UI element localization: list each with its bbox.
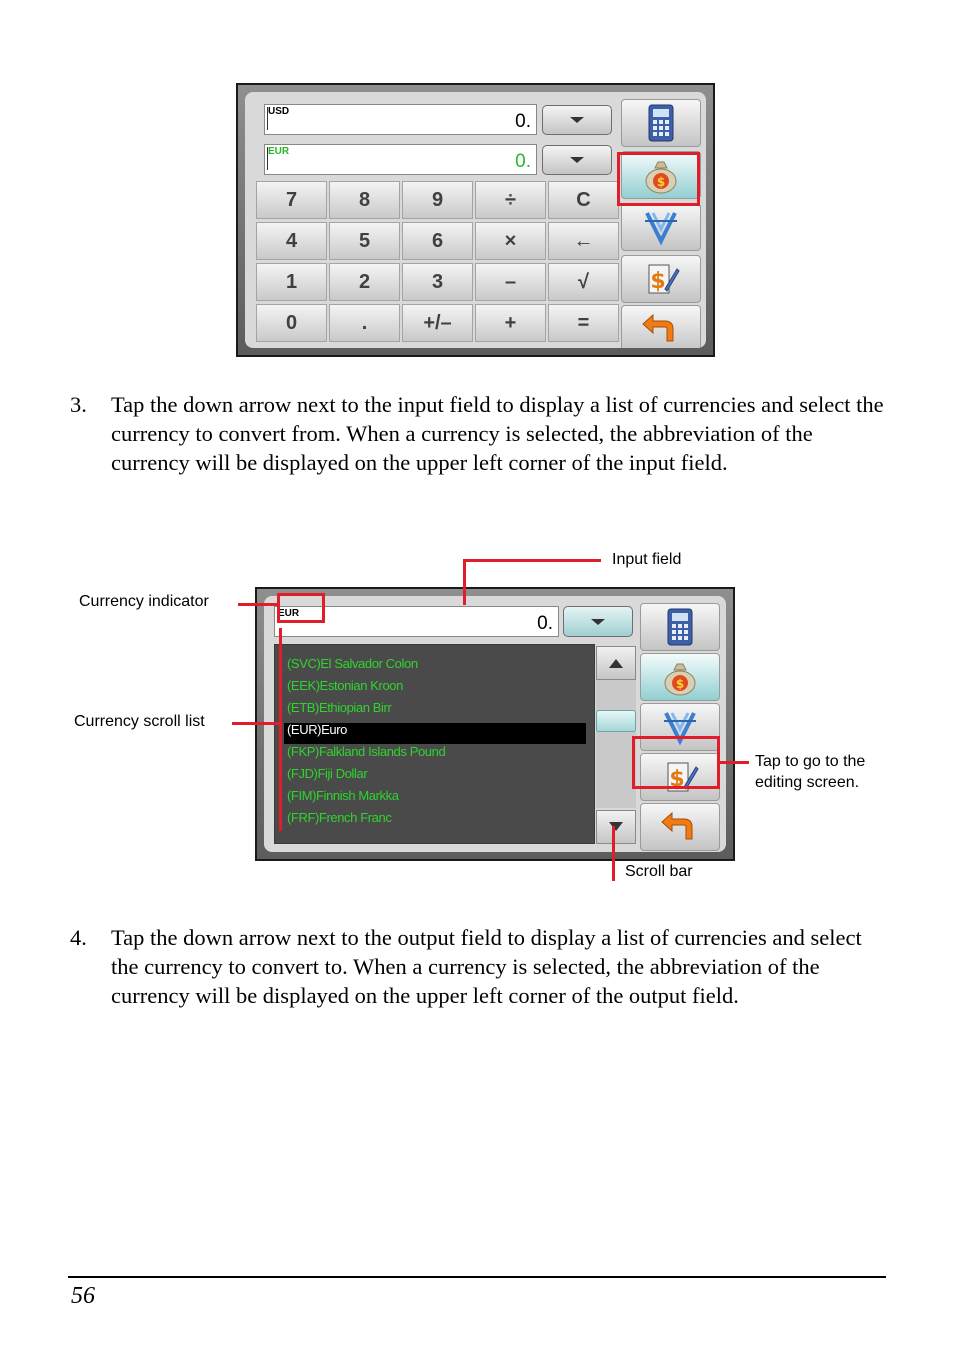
step-number: 3. [70,392,87,417]
output-field[interactable]: EUR 0. [264,144,537,175]
calculator-icon [648,104,674,142]
key-3[interactable]: 3 [402,263,473,301]
key-0[interactable]: 0 [256,304,327,342]
callout-line-scroll-bar [612,826,615,881]
key-decimal[interactable]: . [329,304,400,342]
currency-scroll-list[interactable]: (SVC)El Salvador Colon (EEK)Estonian Kro… [274,644,595,844]
edit-rates-icon: $ [648,264,680,294]
back-icon [642,313,674,342]
calculator-mode-button[interactable] [621,99,701,147]
callout-edit-line1: Tap to go to the [755,753,866,770]
convert-button[interactable] [621,203,701,251]
key-square-root[interactable]: √ [548,263,619,301]
input-currency-dropdown-button[interactable] [542,105,612,135]
converter-panel: USD 0. EUR 0. 7 8 9 ÷ C 4 5 6 × ← 1 2 3 … [245,92,706,348]
callout-line-currency-indicator [238,603,278,606]
footer-rule [68,1276,886,1278]
key-clear[interactable]: C [548,181,619,219]
output-currency-code: EUR [268,146,290,157]
callout-edit-line2: editing screen. [755,774,860,791]
step-text: Tap the down arrow next to the output fi… [111,925,862,1008]
callout-line-scroll-list [232,722,280,725]
back-icon [661,811,693,840]
scroll-thumb[interactable] [596,710,636,732]
currency-dropdown-button[interactable] [563,606,633,637]
output-currency-dropdown-button[interactable] [542,145,612,175]
currency-list-screenshot: EUR 0. (SVC)El Salvador Colon (EEK)Eston… [255,587,735,861]
currency-item[interactable]: (EEK)Estonian Kroon [287,678,403,693]
svg-text:$: $ [676,677,684,691]
callout-line-scroll-list [279,628,282,831]
input-value: 0. [515,111,531,132]
calculator-icon [667,608,693,646]
back-button[interactable] [640,803,720,851]
output-value: 0. [515,151,531,172]
currency-item-selected[interactable]: (EUR)Euro [287,722,347,737]
currency-item[interactable]: (FJD)Fiji Dollar [287,766,368,781]
currency-indicator-highlight [277,593,325,623]
key-8[interactable]: 8 [329,181,400,219]
key-2[interactable]: 2 [329,263,400,301]
key-equals[interactable]: = [548,304,619,342]
currency-mode-highlight [617,152,700,206]
callout-currency-indicator: Currency indicator [79,593,209,610]
svg-text:$: $ [650,269,665,294]
step-text: Tap the down arrow next to the input fie… [111,392,884,475]
currency-item[interactable]: (FRF)French Franc [287,810,392,825]
money-bag-icon: $ [664,663,696,696]
key-divide[interactable]: ÷ [475,181,546,219]
input-field[interactable]: USD 0. [264,104,537,135]
callout-line-edit [719,761,749,764]
key-7[interactable]: 7 [256,181,327,219]
currency-item[interactable]: (ETB)Ethiopian Birr [287,700,392,715]
key-4[interactable]: 4 [256,222,327,260]
converter-screenshot: USD 0. EUR 0. 7 8 9 ÷ C 4 5 6 × ← 1 2 3 … [236,83,715,357]
key-plus[interactable]: + [475,304,546,342]
callout-scroll-bar: Scroll bar [625,863,693,880]
edit-rates-button[interactable]: $ [621,255,701,303]
input-currency-code: USD [268,106,290,117]
callout-line-input-field [463,559,601,562]
currency-item[interactable]: (FKP)Falkland Islands Pound [287,744,446,759]
triangle-up-icon [609,659,623,668]
currency-item[interactable]: (SVC)El Salvador Colon [287,656,418,671]
key-plus-minus[interactable]: +/– [402,304,473,342]
callout-input-field: Input field [612,551,682,568]
callout-line-input-field [463,559,466,605]
chevron-down-icon [570,157,584,163]
edit-button-highlight [632,736,720,789]
page-number: 56 [71,1283,95,1309]
key-9[interactable]: 9 [402,181,473,219]
scroll-track[interactable] [596,680,636,808]
key-5[interactable]: 5 [329,222,400,260]
key-backspace[interactable]: ← [548,222,619,260]
key-1[interactable]: 1 [256,263,327,301]
chevron-down-icon [591,618,605,625]
key-6[interactable]: 6 [402,222,473,260]
back-button[interactable] [621,305,701,348]
chevron-down-icon [570,117,584,123]
currency-item[interactable]: (FIM)Finnish Markka [287,788,399,803]
scroll-up-button[interactable] [596,646,636,680]
convert-icon [645,212,677,246]
scroll-down-button[interactable] [596,810,636,844]
callout-currency-scroll-list: Currency scroll list [74,713,205,730]
step-number: 4. [70,925,87,950]
triangle-down-icon [609,822,623,831]
input-value: 0. [537,613,553,634]
key-multiply[interactable]: × [475,222,546,260]
currency-mode-button[interactable]: $ [640,653,720,701]
key-minus[interactable]: – [475,263,546,301]
calculator-mode-button[interactable] [640,603,720,651]
currency-list-panel: EUR 0. (SVC)El Salvador Colon (EEK)Eston… [264,596,726,852]
